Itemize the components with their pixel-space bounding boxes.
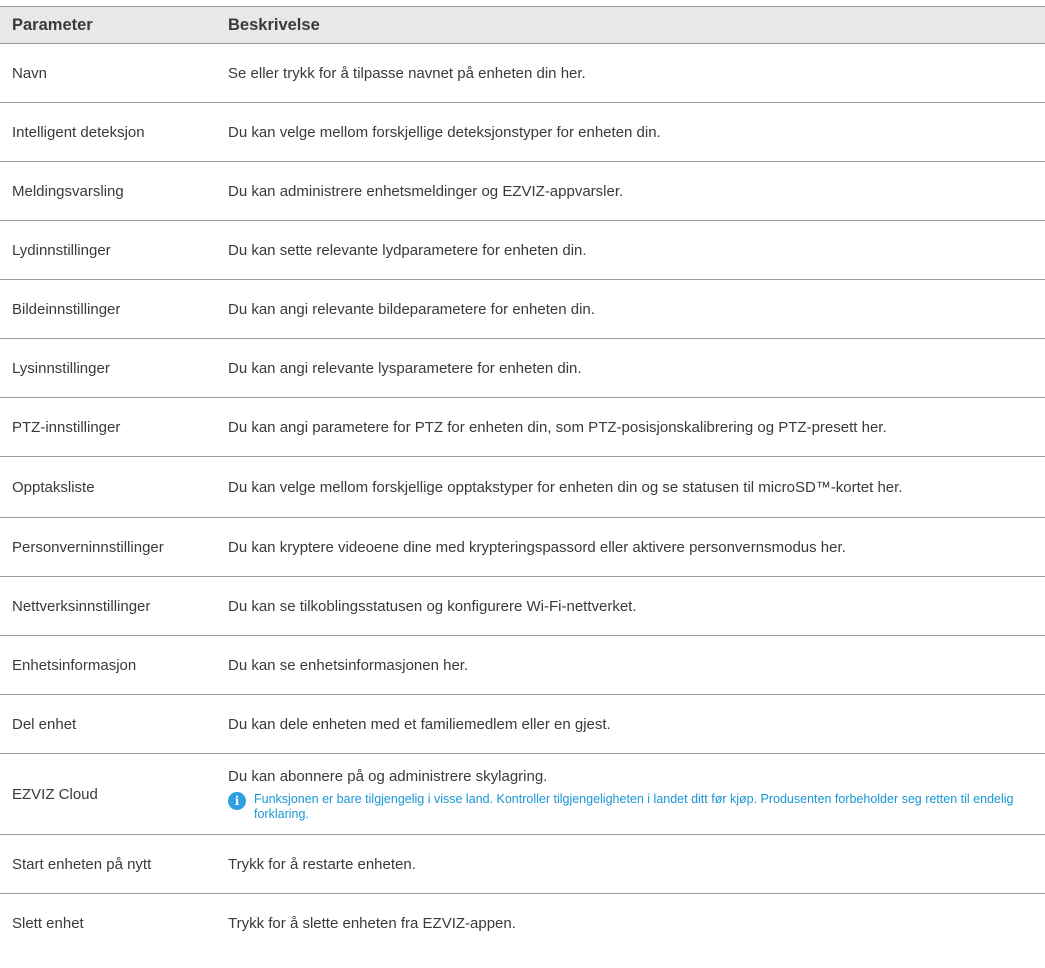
param-cell: Enhetsinformasjon: [0, 635, 216, 695]
param-cell: Slett enhet: [12, 914, 84, 932]
param-cell: Lydinnstillinger: [0, 220, 216, 280]
param-cell: Start enheten på nytt: [0, 834, 216, 894]
parameter-table: Parameter Beskrivelse Navn Se eller tryk…: [0, 6, 1045, 952]
description-cell: Du kan angi relevante bildeparametere fo…: [216, 279, 1045, 339]
description-cell: Du kan abonnere på og administrere skyla…: [216, 753, 1045, 835]
table-row: Del enhet Du kan dele enheten med et fam…: [0, 694, 1045, 754]
header-parameter: Parameter: [0, 6, 216, 44]
param-cell: Personverninnstillinger: [0, 517, 216, 577]
description-cell: Du kan se tilkoblingsstatusen og konfigu…: [216, 576, 1045, 636]
description-cell: Se eller trykk for å tilpasse navnet på …: [216, 43, 1045, 103]
param-cell: Meldingsvarsling: [0, 161, 216, 221]
table-row: Slett enhet Trykk for å slette enheten f…: [0, 894, 1045, 953]
param-cell: Intelligent deteksjon: [0, 102, 216, 162]
description-cell: Du kan angi parametere for PTZ for enhet…: [216, 397, 1045, 457]
description-cell: Trykk for å restarte enheten.: [216, 834, 1045, 894]
table-row: Lysinnstillinger Du kan angi relevante l…: [0, 338, 1045, 398]
param-cell: Nettverksinnstillinger: [0, 576, 216, 636]
document-page: Parameter Beskrivelse Navn Se eller tryk…: [0, 0, 1045, 968]
description-cell: Du kan kryptere videoene dine med krypte…: [216, 517, 1045, 577]
param-cell: Opptaksliste: [0, 456, 216, 518]
table-row: Meldingsvarsling Du kan administrere enh…: [0, 161, 1045, 221]
description-cell: Trykk for å slette enheten fra EZVIZ-app…: [228, 914, 516, 932]
table-row: Start enheten på nytt Trykk for å restar…: [0, 834, 1045, 894]
description-cell: Du kan dele enheten med et familiemedlem…: [216, 694, 1045, 754]
info-icon: i: [228, 791, 246, 810]
param-cell: Lysinnstillinger: [0, 338, 216, 398]
table-row: Opptaksliste Du kan velge mellom forskje…: [0, 456, 1045, 518]
table-header-row: Parameter Beskrivelse: [0, 6, 1045, 44]
description-cell: Du kan sette relevante lydparametere for…: [216, 220, 1045, 280]
description-cell: Du kan velge mellom forskjellige opptaks…: [216, 456, 1045, 518]
availability-note: i Funksjonen er bare tilgjengelig i viss…: [228, 791, 1041, 822]
description-cell: Du kan angi relevante lysparametere for …: [216, 338, 1045, 398]
table-row: Nettverksinnstillinger Du kan se tilkobl…: [0, 576, 1045, 636]
param-cell: Bildeinnstillinger: [0, 279, 216, 339]
header-description: Beskrivelse: [216, 6, 1045, 44]
table-row: Intelligent deteksjon Du kan velge mello…: [0, 102, 1045, 162]
table-row: Personverninnstillinger Du kan kryptere …: [0, 517, 1045, 577]
param-cell: Del enhet: [0, 694, 216, 754]
description-text: Du kan abonnere på og administrere skyla…: [228, 767, 548, 785]
param-cell: PTZ-innstillinger: [0, 397, 216, 457]
description-cell: Du kan velge mellom forskjellige deteksj…: [216, 102, 1045, 162]
param-cell: EZVIZ Cloud: [0, 753, 216, 835]
table-row: Navn Se eller trykk for å tilpasse navne…: [0, 43, 1045, 103]
table-row: Enhetsinformasjon Du kan se enhetsinform…: [0, 635, 1045, 695]
description-cell: Du kan se enhetsinformasjonen her.: [216, 635, 1045, 695]
table-row: PTZ-innstillinger Du kan angi parametere…: [0, 397, 1045, 457]
param-cell: Navn: [0, 43, 216, 103]
table-row: Bildeinnstillinger Du kan angi relevante…: [0, 279, 1045, 339]
description-cell: Du kan administrere enhetsmeldinger og E…: [216, 161, 1045, 221]
note-text: Funksjonen er bare tilgjengelig i visse …: [254, 791, 1014, 821]
table-row: Lydinnstillinger Du kan sette relevante …: [0, 220, 1045, 280]
table-row: EZVIZ Cloud Du kan abonnere på og admini…: [0, 753, 1045, 835]
